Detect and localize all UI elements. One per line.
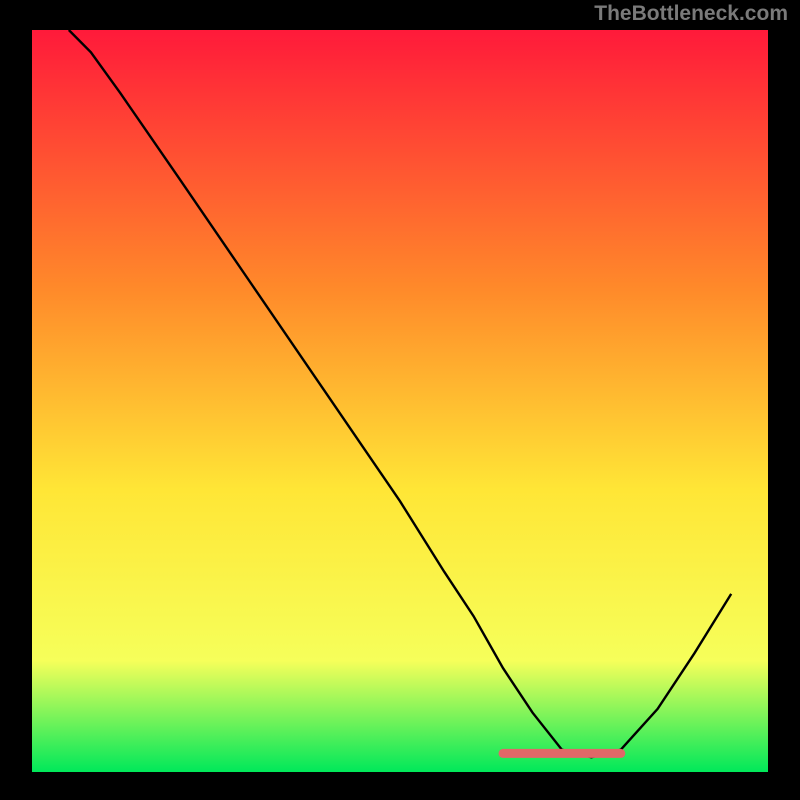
gradient-background <box>32 30 768 772</box>
watermark-text: TheBottleneck.com <box>594 2 788 26</box>
bottleneck-chart <box>0 0 800 800</box>
chart-container: TheBottleneck.com <box>0 0 800 800</box>
